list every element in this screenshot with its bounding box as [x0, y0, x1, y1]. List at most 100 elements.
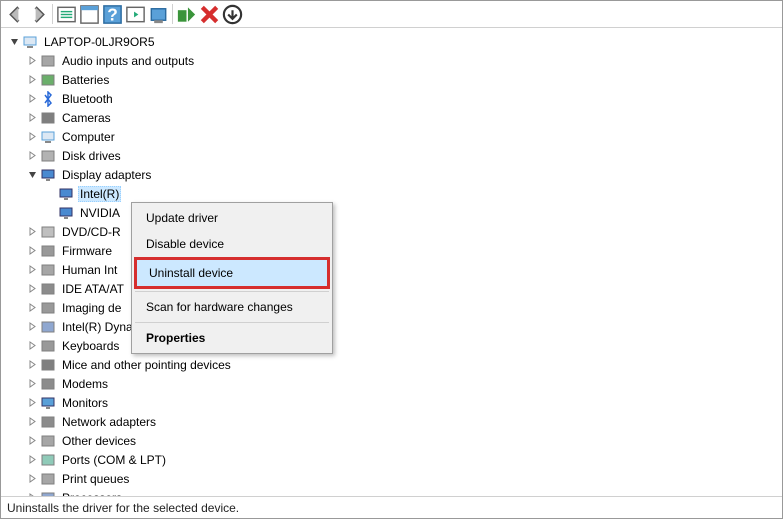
chevron-right-icon[interactable]: [25, 149, 39, 163]
port-icon: [40, 452, 56, 468]
tree-label: Display adapters: [60, 167, 153, 183]
battery-icon: [40, 72, 56, 88]
tree-row-imaging[interactable]: Imaging de: [3, 298, 782, 317]
chip-icon: [40, 319, 56, 335]
chevron-right-icon[interactable]: [25, 111, 39, 125]
audio-icon: [40, 53, 56, 69]
menu-item-scan-for-hardware-changes[interactable]: Scan for hardware changes: [134, 294, 330, 320]
monitor-icon: [40, 395, 56, 411]
tree-label: Human Int: [60, 262, 119, 278]
chevron-right-icon[interactable]: [25, 92, 39, 106]
tree-row-cpu[interactable]: Processors: [3, 488, 782, 496]
imaging-icon: [40, 300, 56, 316]
chevron-right-icon[interactable]: [25, 415, 39, 429]
tree-row-chip[interactable]: Intel(R) Dynamic Platform and Thermal Fr…: [3, 317, 782, 336]
tree-row-root[interactable]: LAPTOP-0LJR9OR5: [3, 32, 782, 51]
scan-button[interactable]: [124, 3, 147, 25]
tree-row-network[interactable]: Network adapters: [3, 412, 782, 431]
chevron-right-icon[interactable]: [25, 244, 39, 258]
tree-label: Audio inputs and outputs: [60, 53, 196, 69]
context-menu: Update driverDisable deviceUninstall dev…: [131, 202, 333, 354]
back-button[interactable]: [4, 3, 27, 25]
tree-row-keyboard[interactable]: Keyboards: [3, 336, 782, 355]
device-tree[interactable]: LAPTOP-0LJR9OR5 Audio inputs and outputs B…: [1, 28, 782, 496]
tree-row-audio[interactable]: Audio inputs and outputs: [3, 51, 782, 70]
tree-label: NVIDIA: [78, 205, 122, 221]
tree-label: Batteries: [60, 72, 111, 88]
tree-row-other[interactable]: Other devices: [3, 431, 782, 450]
tree-row-computer[interactable]: Computer: [3, 127, 782, 146]
chevron-right-icon[interactable]: [25, 225, 39, 239]
tree-row-bluetooth[interactable]: Bluetooth: [3, 89, 782, 108]
modem-icon: [40, 376, 56, 392]
computer-icon: [40, 129, 56, 145]
tree-row-camera[interactable]: Cameras: [3, 108, 782, 127]
chevron-right-icon[interactable]: [25, 339, 39, 353]
tree-row-modem[interactable]: Modems: [3, 374, 782, 393]
show-hidden-button[interactable]: [55, 3, 78, 25]
tree-row-monitor[interactable]: Monitors: [3, 393, 782, 412]
chevron-right-icon[interactable]: [25, 377, 39, 391]
tree-label: DVD/CD-R: [60, 224, 123, 240]
menu-item-properties[interactable]: Properties: [134, 325, 330, 351]
tree-label: Cameras: [60, 110, 113, 126]
tree-row-disk[interactable]: Disk drives: [3, 146, 782, 165]
tree-row-printer[interactable]: Print queues: [3, 469, 782, 488]
tree-label: Network adapters: [60, 414, 158, 430]
status-text: Uninstalls the driver for the selected d…: [7, 501, 239, 515]
tree-label: Intel(R): [78, 186, 121, 202]
tree-label: Print queues: [60, 471, 131, 487]
enable-button[interactable]: [175, 3, 198, 25]
tree-label: Other devices: [60, 433, 138, 449]
content-area: LAPTOP-0LJR9OR5 Audio inputs and outputs B…: [1, 28, 782, 496]
tree-label: Keyboards: [60, 338, 121, 354]
chevron-right-icon[interactable]: [25, 358, 39, 372]
update-button[interactable]: [147, 3, 170, 25]
chevron-right-icon[interactable]: [25, 301, 39, 315]
toolbar-separator: [172, 4, 173, 24]
uninstall-button[interactable]: [198, 3, 221, 25]
tree-row-battery[interactable]: Batteries: [3, 70, 782, 89]
tree-row-display[interactable]: Display adapters: [3, 165, 782, 184]
chevron-right-icon[interactable]: [25, 263, 39, 277]
chevron-down-icon[interactable]: [25, 168, 39, 182]
tree-row-nvidia[interactable]: NVIDIA: [3, 203, 782, 222]
chevron-right-icon[interactable]: [25, 396, 39, 410]
tree-row-port[interactable]: Ports (COM & LPT): [3, 450, 782, 469]
tree-row-dvd[interactable]: DVD/CD-R: [3, 222, 782, 241]
toolbar-separator: [52, 4, 53, 24]
disk-icon: [40, 148, 56, 164]
properties-button[interactable]: [78, 3, 101, 25]
chevron-right-icon[interactable]: [25, 282, 39, 296]
chevron-right-icon[interactable]: [25, 73, 39, 87]
tree-label: IDE ATA/AT: [60, 281, 126, 297]
hid-icon: [40, 262, 56, 278]
tree-row-hid[interactable]: Human Int: [3, 260, 782, 279]
forward-button[interactable]: [27, 3, 50, 25]
chevron-down-icon[interactable]: [7, 35, 21, 49]
svg-text:?: ?: [107, 4, 118, 24]
chevron-right-icon[interactable]: [25, 491, 39, 497]
menu-item-update-driver[interactable]: Update driver: [134, 205, 330, 231]
firmware-icon: [40, 243, 56, 259]
menu-item-disable-device[interactable]: Disable device: [134, 231, 330, 257]
menu-item-uninstall-device[interactable]: Uninstall device: [134, 257, 330, 289]
tree-row-ide[interactable]: IDE ATA/AT: [3, 279, 782, 298]
help-button[interactable]: ?: [101, 3, 124, 25]
add-legacy-button[interactable]: [221, 3, 244, 25]
chevron-right-icon[interactable]: [25, 434, 39, 448]
tree-row-firmware[interactable]: Firmware: [3, 241, 782, 260]
chevron-right-icon[interactable]: [25, 54, 39, 68]
root-icon: [22, 34, 38, 50]
chevron-right-icon[interactable]: [25, 453, 39, 467]
chevron-right-icon[interactable]: [25, 320, 39, 334]
tree-row-intel-r-[interactable]: Intel(R): [3, 184, 782, 203]
chevron-right-icon[interactable]: [25, 472, 39, 486]
other-icon: [40, 433, 56, 449]
chevron-right-icon[interactable]: [25, 130, 39, 144]
cpu-icon: [40, 490, 56, 497]
status-bar: Uninstalls the driver for the selected d…: [1, 496, 782, 518]
tree-label: Disk drives: [60, 148, 123, 164]
tree-row-mouse[interactable]: Mice and other pointing devices: [3, 355, 782, 374]
dvd-icon: [40, 224, 56, 240]
